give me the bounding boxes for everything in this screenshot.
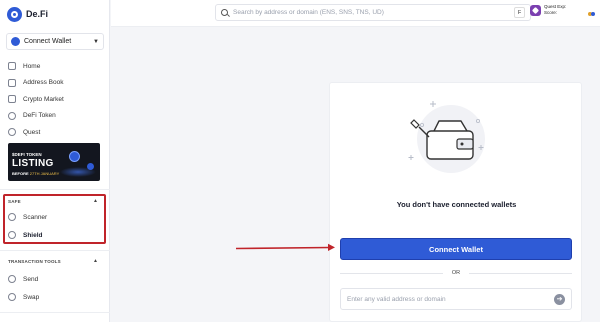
user-stats: Quest Exp: Score:	[544, 4, 566, 16]
empty-wallet-illustration	[408, 101, 485, 173]
banner-line-2: LISTING	[12, 158, 54, 169]
sidebar-item-label: Address Book	[23, 79, 64, 87]
address-field[interactable]: ➔	[340, 288, 572, 310]
logo-text: De.Fi	[26, 9, 49, 19]
shield-icon	[8, 231, 16, 239]
sidebar-item-label: Swap	[23, 293, 40, 301]
search-bar[interactable]: Search by address or domain (ENS, SNS, T…	[215, 4, 531, 21]
divider	[0, 189, 110, 190]
sidebar-item-swap[interactable]: Swap	[8, 293, 39, 301]
sidebar-item-label: Send	[23, 275, 39, 283]
scanner-icon	[8, 213, 16, 221]
coins-icon	[588, 12, 596, 17]
chevron-up-icon[interactable]: ▲	[93, 198, 98, 204]
address-input[interactable]	[347, 295, 554, 303]
user-profile[interactable]: Quest Exp: Score:	[530, 4, 595, 16]
search-icon	[221, 9, 228, 16]
avatar	[530, 4, 541, 16]
coin-icon	[87, 163, 94, 170]
home-icon	[8, 62, 16, 71]
topbar: Search by address or domain (ENS, SNS, T…	[111, 0, 600, 27]
sidebar-nav: Home Address Book Crypto Market DeFi Tok…	[0, 58, 110, 141]
chevron-down-icon: ▼	[93, 38, 99, 45]
section-title-safe: SAFE	[8, 199, 21, 204]
or-label: OR	[451, 270, 461, 276]
quest-icon	[8, 128, 16, 137]
send-icon	[8, 275, 16, 283]
sidebar-item-scanner[interactable]: Scanner	[8, 213, 47, 221]
sidebar-item-label: DeFi Token	[23, 112, 56, 120]
swap-icon	[8, 293, 16, 301]
annotation-arrow	[236, 243, 335, 251]
sidebar-item-label: Crypto Market	[23, 95, 64, 103]
connect-wallet-button[interactable]: Connect Wallet	[340, 238, 572, 260]
wallet-icon	[11, 37, 20, 46]
sidebar-item-quest[interactable]: Quest	[0, 124, 110, 141]
sidebar-item-address-book[interactable]: Address Book	[0, 75, 110, 92]
search-shortcut-badge: F	[514, 7, 525, 18]
banner-line-3: BEFORE 27TH JANUARY	[12, 171, 60, 176]
sidebar: De.Fi Connect Wallet ▼ Home Address Book…	[0, 0, 110, 322]
search-input[interactable]: Search by address or domain (ENS, SNS, T…	[233, 9, 514, 16]
sidebar-item-label: Shield	[23, 231, 43, 239]
token-listing-banner[interactable]: $DEFI TOKEN LISTING BEFORE 27TH JANUARY	[8, 143, 100, 181]
coin-icon	[69, 151, 80, 162]
chevron-up-icon[interactable]: ▲	[93, 258, 98, 264]
section-title-transaction-tools: TRANSACTION TOOLS	[8, 259, 61, 264]
chart-icon	[8, 95, 16, 104]
book-icon	[8, 78, 16, 87]
sidebar-item-home[interactable]: Home	[0, 58, 110, 75]
sidebar-item-label: Scanner	[23, 213, 48, 221]
sidebar-item-label: Home	[23, 62, 41, 70]
or-divider: OR	[340, 269, 572, 277]
sidebar-item-send[interactable]: Send	[8, 275, 38, 283]
empty-state-message: You don't have connected wallets	[396, 200, 517, 209]
sidebar-item-defi-token[interactable]: DeFi Token	[0, 108, 110, 125]
wallet-card: You don't have connected wallets Connect…	[329, 82, 582, 322]
sidebar-item-crypto-market[interactable]: Crypto Market	[0, 91, 110, 108]
sidebar-item-label: Quest	[23, 128, 41, 136]
token-icon	[8, 111, 16, 120]
sidebar-item-shield[interactable]: Shield	[8, 231, 43, 239]
logo[interactable]: De.Fi	[7, 6, 48, 22]
divider	[0, 312, 110, 313]
divider	[0, 250, 110, 251]
score-label: Score:	[544, 10, 558, 15]
connect-wallet-dropdown-label: Connect Wallet	[24, 38, 72, 45]
arrow-right-icon[interactable]: ➔	[554, 293, 565, 305]
connect-wallet-dropdown[interactable]: Connect Wallet ▼	[6, 33, 104, 50]
banner-line-1: $DEFI TOKEN	[12, 152, 42, 157]
defi-logo-icon	[7, 6, 22, 22]
